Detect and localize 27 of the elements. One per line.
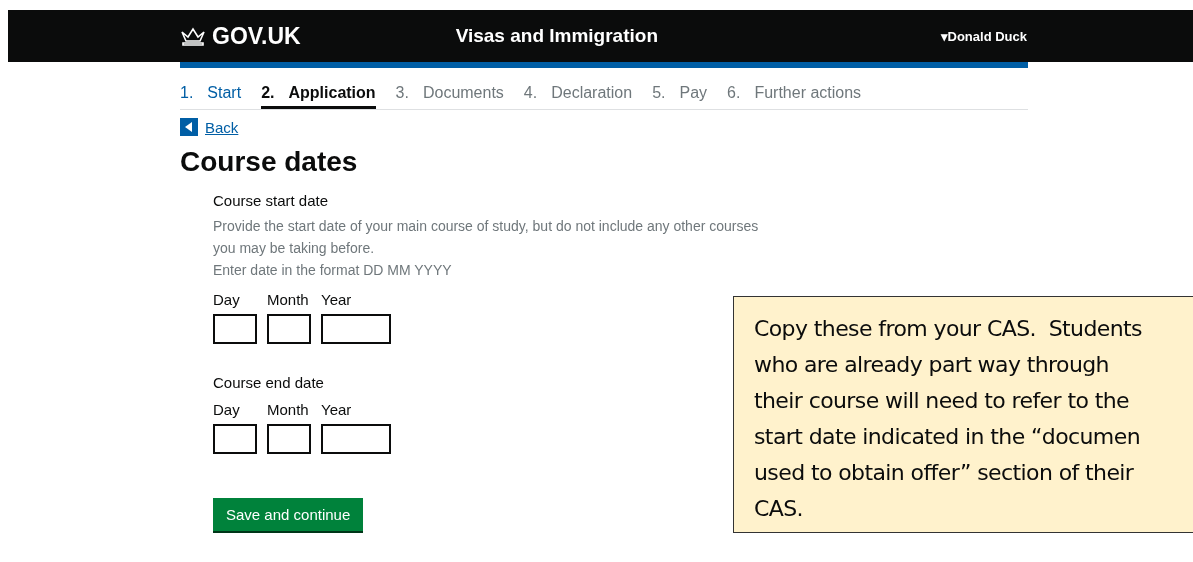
back-link[interactable]: Back (205, 118, 239, 136)
date-input[interactable] (213, 314, 257, 344)
service-name: Visas and Immigration (455, 25, 658, 47)
progress-step[interactable]: 2. Application (261, 84, 376, 109)
date-part-label: Month (267, 401, 310, 418)
field-label: Course start date (213, 192, 330, 209)
site-logo[interactable]: GOV.UK (180, 22, 301, 50)
date-part-label: Year (321, 291, 353, 308)
date-input[interactable] (321, 424, 391, 454)
date-input[interactable] (213, 424, 257, 454)
date-input[interactable] (267, 424, 311, 454)
user-menu[interactable]: ▾Donald Duck (940, 28, 1027, 44)
date-input[interactable] (267, 314, 311, 344)
date-input[interactable] (321, 314, 391, 344)
page-title: Course dates (180, 146, 359, 178)
logo-text: GOV.UK (212, 22, 301, 50)
note-callout: Copy these from your CAS. Students who are already part way through their course will need to refer to the start date indicated in the “documen used to obtain offer” section of their CAS. (733, 296, 1193, 533)
save-button[interactable]: Save and continue (213, 498, 364, 531)
field-label: Course end date (213, 374, 325, 391)
date-part-label: Day (213, 291, 241, 308)
crown-icon (180, 26, 206, 46)
hint-text: Provide the start date of your main course of study, but do not include any other courses you may be taking before. (213, 217, 760, 258)
date-part-label: Day (213, 401, 241, 418)
hint-text: Enter date in the format DD MM YYYY (213, 261, 453, 280)
progress-step[interactable]: 1. Start (180, 84, 242, 109)
date-part-label: Month (267, 291, 310, 308)
date-part-label: Year (321, 401, 353, 418)
